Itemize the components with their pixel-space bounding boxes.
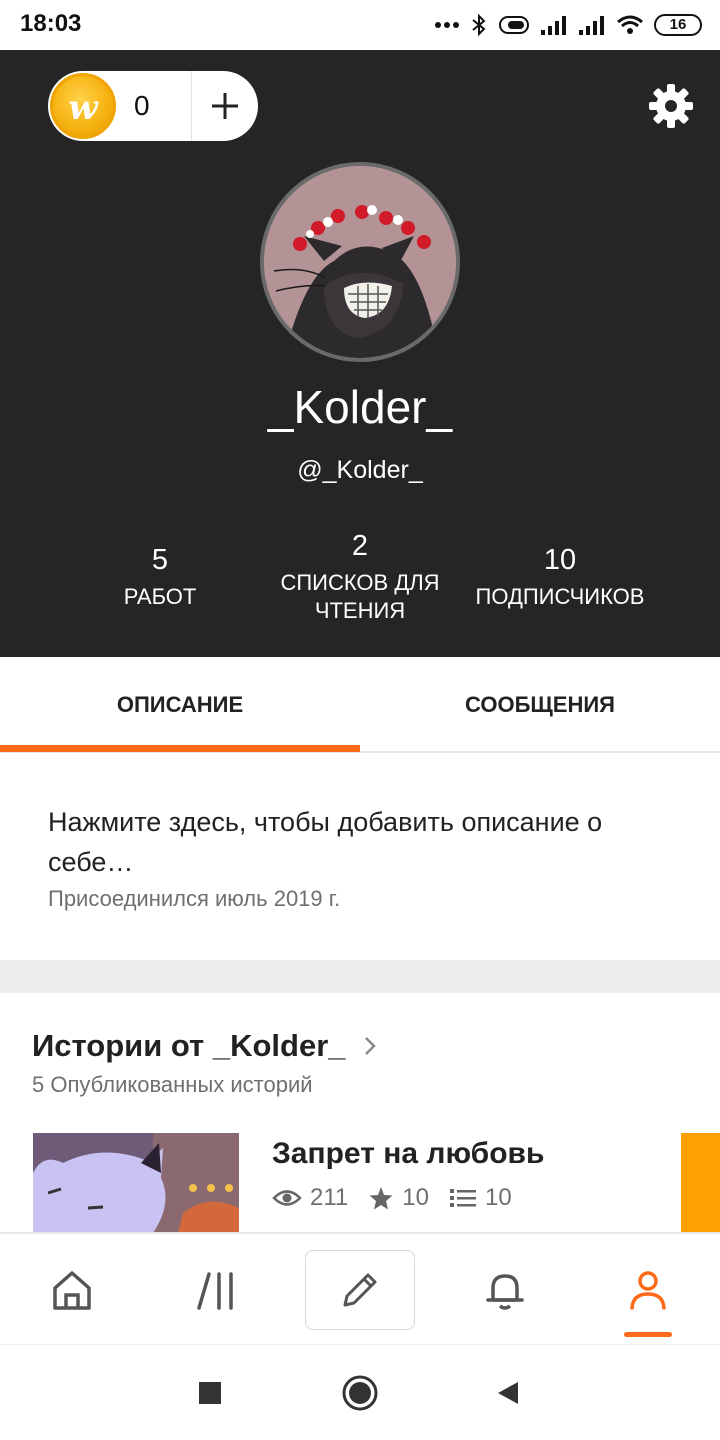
nav-active-indicator: [624, 1332, 672, 1337]
stat-reading-lists[interactable]: 2 СПИСКОВ ДЛЯ ЧТЕНИЯ: [250, 530, 470, 625]
recent-apps-icon: [199, 1382, 221, 1404]
profile-tabs: ОПИСАНИЕ СООБЩЕНИЯ: [0, 657, 720, 753]
write-pencil-icon: [343, 1273, 377, 1307]
stat-reading-lists-value: 2: [351, 530, 369, 562]
signal-icon-2: [579, 16, 604, 35]
story-parts-value: 10: [484, 1184, 512, 1211]
settings-button[interactable]: [648, 83, 694, 129]
tab-description[interactable]: ОПИСАНИЕ: [0, 657, 360, 753]
avatar[interactable]: [260, 162, 460, 362]
coin-balance[interactable]: w 0: [48, 71, 258, 141]
stat-reading-lists-label: СПИСКОВ ДЛЯ ЧТЕНИЯ: [280, 570, 440, 623]
nav-write[interactable]: [305, 1250, 415, 1330]
user-handle: @_Kolder_: [297, 456, 423, 484]
chevron-right-icon: [364, 1037, 376, 1055]
display-name: _Kolder_: [267, 381, 453, 433]
story-parts: 10: [449, 1184, 512, 1212]
profile-header: w 0 _Kolder_ @_Kolder_ 5 РАБОТ 2 СПИСКОВ…: [0, 50, 720, 657]
stat-works[interactable]: 5 РАБОТ: [50, 530, 270, 611]
stories-title: Истории от _Kolder_: [32, 1028, 346, 1063]
story-cover-image: [33, 1133, 239, 1233]
story-side-tab[interactable]: [681, 1133, 720, 1233]
star-icon: [369, 1187, 393, 1210]
wifi-icon: [617, 15, 643, 34]
battery-indicator: 16: [654, 14, 702, 36]
more-dots-icon: [435, 22, 459, 28]
vibrate-icon: [499, 16, 529, 34]
tab-messages[interactable]: СООБЩЕНИЯ: [360, 657, 720, 753]
bottom-navigation: [0, 1232, 720, 1344]
nav-home[interactable]: [17, 1250, 127, 1330]
nav-notifications[interactable]: [450, 1250, 560, 1330]
stat-works-label: РАБОТ: [123, 584, 197, 609]
story-stats: 211 10 10: [272, 1184, 532, 1212]
status-time: 18:03: [20, 10, 82, 37]
coin-count: 0: [134, 90, 150, 121]
story-votes: 10: [368, 1184, 429, 1212]
section-separator: [0, 960, 720, 993]
wattpad-coin-icon: w: [50, 73, 116, 139]
story-title[interactable]: Запрет на любовь: [272, 1137, 544, 1171]
story-views: 211: [272, 1184, 348, 1212]
stat-followers-label: ПОДПИСЧИКОВ: [475, 584, 645, 609]
story-votes-value: 10: [402, 1184, 429, 1211]
eye-icon: [272, 1190, 302, 1206]
stories-header[interactable]: Истории от _Kolder_: [32, 1028, 384, 1064]
status-bar: 18:03 16: [0, 0, 720, 50]
system-home-button[interactable]: [340, 1373, 380, 1413]
nav-profile[interactable]: [593, 1250, 703, 1330]
stat-followers[interactable]: 10 ПОДПИСЧИКОВ: [450, 530, 670, 611]
plus-icon: [212, 93, 238, 119]
gear-icon: [649, 84, 693, 128]
notifications-bell-icon: [486, 1274, 524, 1310]
add-description-prompt[interactable]: Нажмите здесь, чтобы добавить описание о…: [48, 802, 668, 882]
home-icon: [53, 1271, 91, 1310]
status-icons: 16: [434, 12, 702, 38]
signal-icon: [541, 16, 566, 35]
system-back-button[interactable]: [488, 1373, 528, 1413]
stat-works-value: 5: [151, 544, 169, 576]
home-circle-icon: [342, 1375, 378, 1411]
story-cover[interactable]: [33, 1133, 239, 1233]
nav-library[interactable]: [162, 1250, 272, 1330]
profile-icon: [630, 1271, 666, 1310]
system-navigation: [0, 1344, 720, 1440]
story-views-value: 211: [310, 1184, 349, 1211]
stories-count: 5 Опубликованных историй: [32, 1072, 313, 1097]
active-tab-indicator: [0, 745, 360, 752]
recent-apps-button[interactable]: [190, 1373, 230, 1413]
bluetooth-icon: [472, 13, 486, 37]
avatar-image: [264, 166, 456, 358]
back-icon: [498, 1382, 518, 1404]
joined-date: Присоединился июль 2019 г.: [48, 886, 341, 911]
add-coins-button[interactable]: [192, 71, 258, 141]
stat-followers-value: 10: [543, 544, 577, 576]
about-section[interactable]: Нажмите здесь, чтобы добавить описание о…: [48, 802, 668, 912]
list-icon: [449, 1189, 476, 1207]
library-icon: [197, 1272, 233, 1310]
